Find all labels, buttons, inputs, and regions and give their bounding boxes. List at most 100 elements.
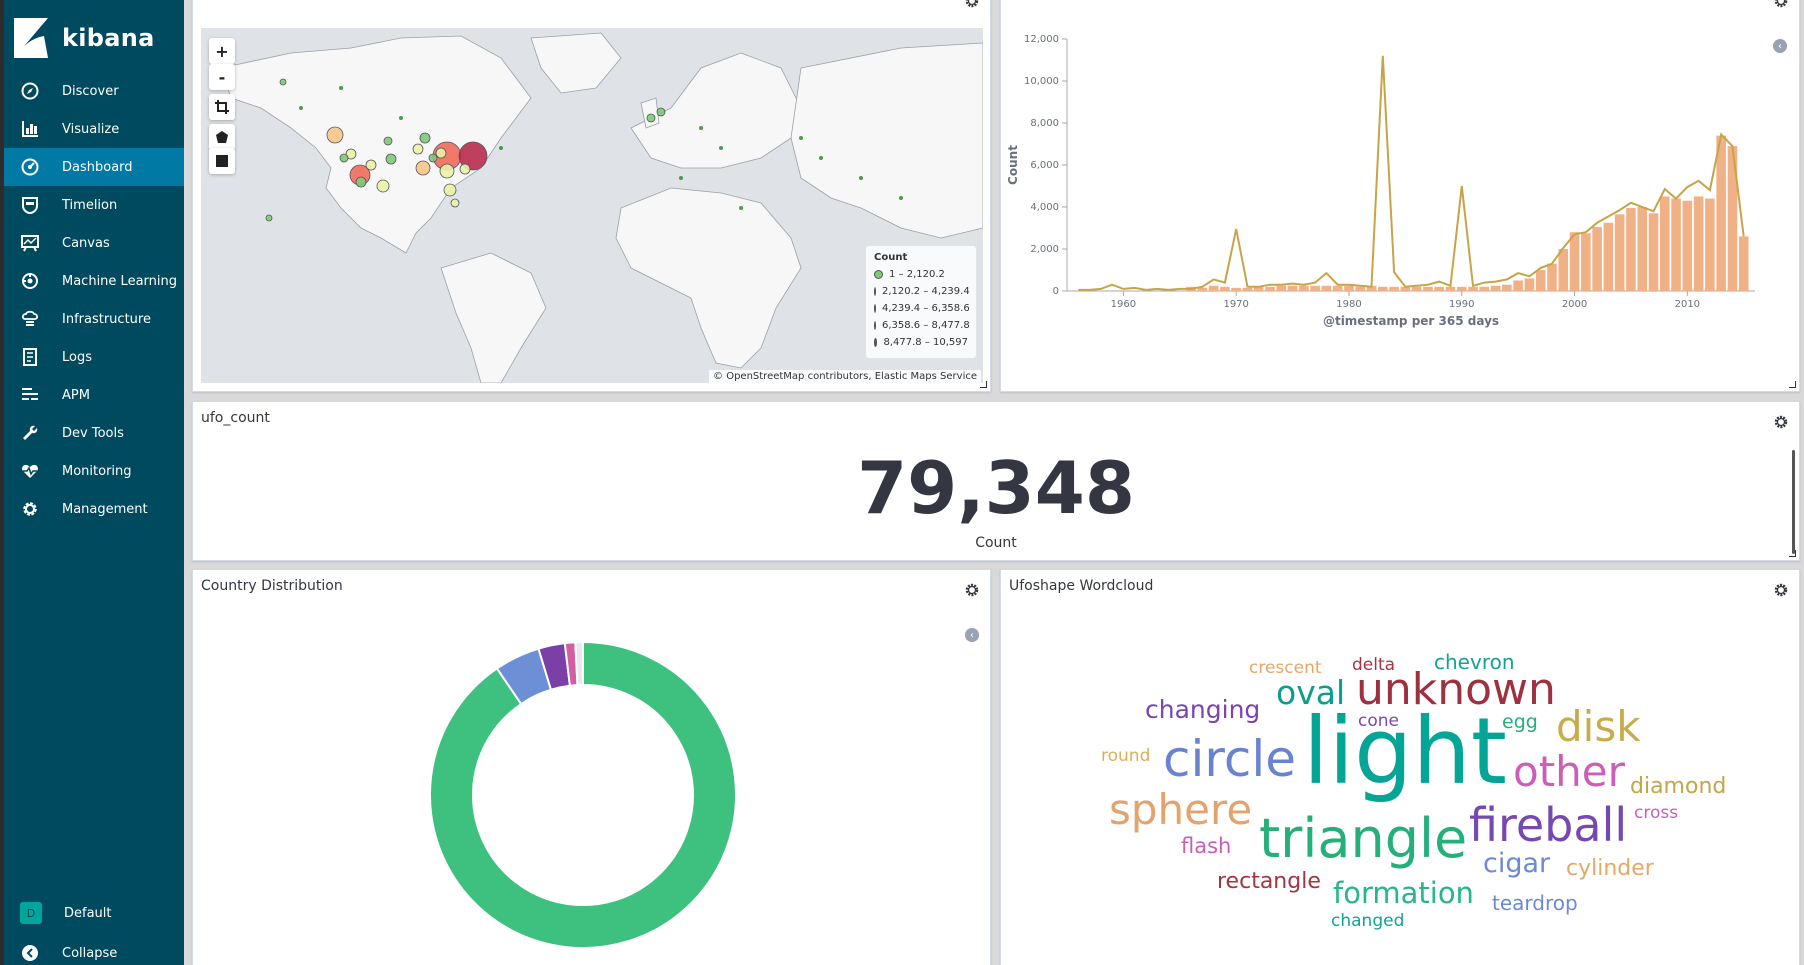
word-cone[interactable]: cone [1358,713,1399,730]
nav-label: Monitoring [62,463,132,479]
legend-swatch [874,304,876,313]
panel-options-gear-icon[interactable] [964,0,980,9]
word-disk[interactable]: disk [1556,706,1641,748]
map-marker [412,143,424,155]
histogram-bar [1603,222,1614,291]
word-flash[interactable]: flash [1181,836,1231,857]
map-marker [376,179,390,193]
word-sphere[interactable]: sphere [1109,789,1252,831]
map-attribution[interactable]: © OpenStreetMap contributors, Elastic Ma… [709,370,981,383]
scrollbar[interactable] [1792,450,1795,554]
word-round[interactable]: round [1101,748,1150,765]
map-marker [799,136,803,140]
word-fireball[interactable]: fireball [1469,802,1627,848]
word-teardrop[interactable]: teardrop [1492,893,1578,913]
y-tick-label: 0 [1053,286,1059,297]
word-circle[interactable]: circle [1163,734,1296,784]
histogram-bar [1614,214,1625,291]
legend-row: 1 – 2,120.2 [874,266,968,283]
word-rectangle[interactable]: rectangle [1217,871,1321,893]
word-chevron[interactable]: chevron [1434,652,1515,672]
word-cross[interactable]: cross [1634,805,1678,822]
panel-options-gear-icon[interactable] [1773,582,1789,598]
x-tick-label: 2010 [1675,299,1700,310]
space-selector[interactable]: D Default [4,894,184,932]
word-crescent[interactable]: crescent [1249,660,1322,677]
histogram-bar [1355,286,1366,291]
histogram-bar [1705,198,1715,291]
word-delta[interactable]: delta [1352,657,1395,674]
legend-row: 4,239.4 – 6,358.6 [874,300,970,317]
histogram-bar [1738,236,1749,291]
x-tick-label: 2000 [1562,299,1587,310]
word-formation[interactable]: formation [1333,879,1474,908]
y-axis-label: Count [1006,145,1020,185]
nav-label: Machine Learning [62,273,177,289]
histogram-bar [1626,208,1636,291]
word-egg[interactable]: egg [1502,713,1538,732]
nav-item-discover[interactable]: Discover [4,72,184,110]
legend-row: 6,358.6 – 8,477.8 [874,317,970,334]
nav-item-monitoring[interactable]: Monitoring [4,452,184,490]
canvas-icon [20,233,40,253]
kibana-logo-icon [14,18,48,58]
nav-item-dev-tools[interactable]: Dev Tools [4,414,184,452]
panel-resize-handle[interactable] [1789,381,1796,388]
country-distribution-panel: Country Distribution ‹ [192,569,991,965]
x-tick-label: 1970 [1223,299,1248,310]
map-marker [646,113,656,123]
collapse-arrow-icon [20,943,40,963]
nav-item-visualize[interactable]: Visualize [4,110,184,148]
word-oval[interactable]: oval [1276,676,1345,709]
y-tick-label: 8,000 [1030,118,1059,129]
word-cylinder[interactable]: cylinder [1566,858,1654,880]
histogram-bar [1490,285,1501,291]
app-name: kibana [62,24,155,52]
map-marker [443,183,457,197]
word-changed[interactable]: changed [1331,913,1404,930]
nav-label: APM [62,387,90,403]
nav-item-infrastructure[interactable]: Infrastructure [4,300,184,338]
kibana-brand[interactable]: kibana [14,16,155,60]
map-canvas[interactable]: + - Count 1 – 2,120.2 2,120.2 – 4,239.4 … [201,28,984,384]
dashboard-icon [20,157,40,177]
panel-title: Ufoshape Wordcloud [1009,578,1154,594]
legend-label: 4,239.4 – 6,358.6 [882,303,970,314]
word-other[interactable]: other [1513,751,1625,793]
nav-item-dashboard[interactable]: Dashboard [4,148,184,186]
legend-swatch [874,270,883,279]
nav-item-management[interactable]: Management [4,490,184,528]
metric-label: Count [975,535,1017,551]
panel-title: ufo_count [201,410,270,426]
word-changing[interactable]: changing [1145,697,1260,722]
nav-item-apm[interactable]: APM [4,376,184,414]
histogram-bar [1592,226,1602,291]
y-tick-label: 4,000 [1030,202,1059,213]
histogram-bar [1659,196,1670,291]
side-navigation: kibana Discover Visualize Dashboard Time… [0,0,184,965]
panel-resize-handle[interactable] [1789,550,1796,557]
map-marker [428,153,438,163]
map-marker [435,147,447,159]
map-marker [450,198,460,208]
word-light[interactable]: light [1303,706,1507,798]
nav-item-logs[interactable]: Logs [4,338,184,376]
collapse-button[interactable]: Collapse [4,934,184,965]
panel-resize-handle[interactable] [980,381,987,388]
word-cigar[interactable]: cigar [1483,850,1550,877]
nav-label: Visualize [62,121,120,137]
nav-label: Infrastructure [62,311,151,327]
map-marker [439,163,455,179]
nav-label: Management [62,501,148,517]
nav-item-timelion[interactable]: Timelion [4,186,184,224]
histogram-bar [1276,285,1287,291]
compass-icon [20,81,40,101]
nav-item-canvas[interactable]: Canvas [4,224,184,262]
word-triangle[interactable]: triangle [1259,812,1467,866]
panel-options-gear-icon[interactable] [1773,414,1789,430]
nav-item-machine-learning[interactable]: Machine Learning [4,262,184,300]
timestamp-histogram-panel: ‹ 0 2,000 4,000 6,000 8,000 10,000 12,000 1960 1… [1000,0,1800,392]
word-diamond[interactable]: diamond [1630,776,1726,798]
nav-label: Dev Tools [62,425,124,441]
metric-value: 79,348 [857,446,1135,530]
